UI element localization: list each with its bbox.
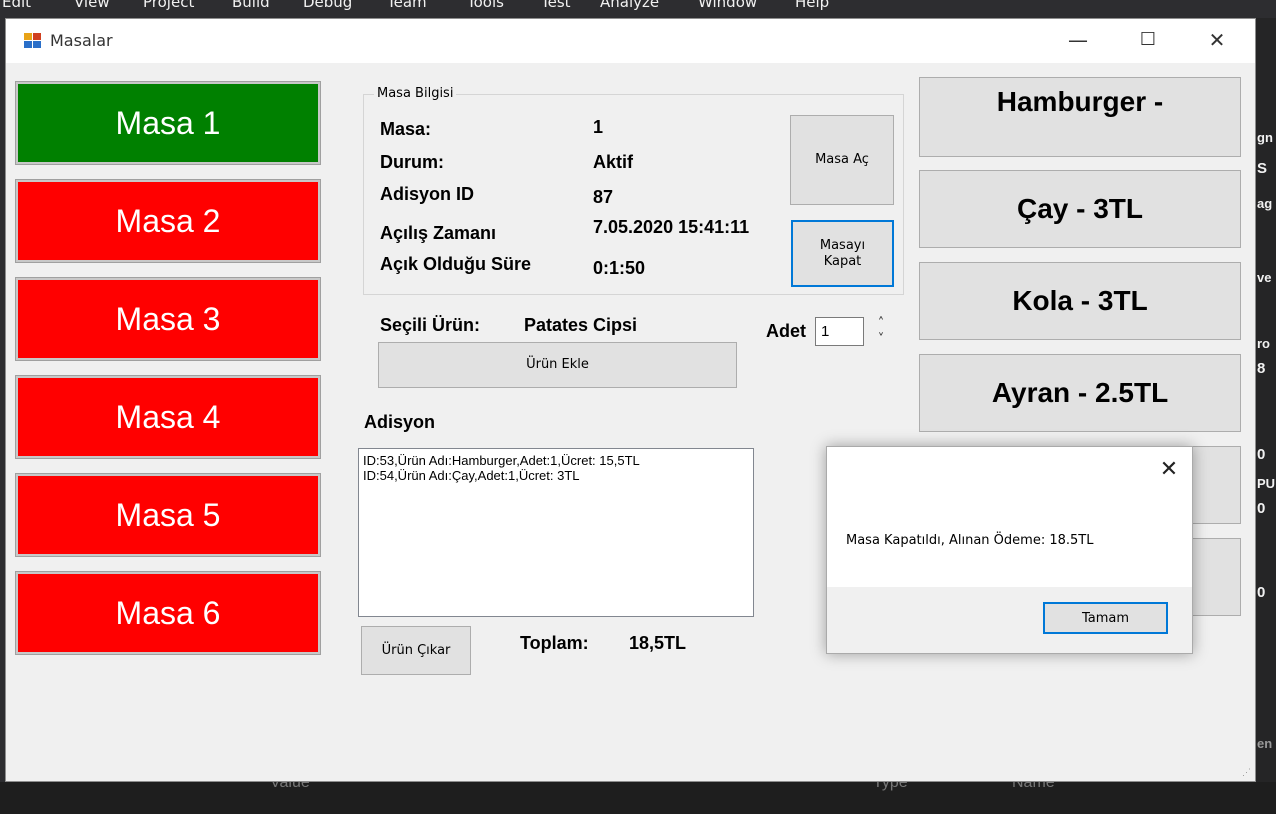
table-button-1[interactable]: Masa 1 — [15, 81, 321, 165]
menu-item-button[interactable]: Ayran - 2.5TL — [919, 354, 1241, 432]
ide-side-text: gn — [1257, 130, 1273, 145]
ide-bottom-panel: Value Type Name — [0, 782, 1276, 814]
spin-up-icon[interactable]: ˄ — [872, 316, 890, 332]
durum-label: Durum: — [380, 152, 444, 172]
table-button-3[interactable]: Masa 3 — [15, 277, 321, 361]
ide-menu-view[interactable]: View — [74, 0, 110, 11]
minimize-button[interactable]: — — [1055, 19, 1101, 63]
adet-input[interactable]: 1 — [815, 317, 864, 346]
window-title: Masalar — [50, 31, 113, 50]
acik-sure-value: 0:1:50 — [593, 258, 646, 278]
masayi-kapat-button[interactable]: Masayı Kapat — [791, 220, 894, 287]
table-button-5[interactable]: Masa 5 — [15, 473, 321, 557]
ide-side-text: S — [1257, 160, 1268, 177]
adisyon-label: Adisyon — [364, 412, 436, 432]
message-dialog-body — [827, 447, 1192, 587]
list-item[interactable]: ID:53,Ürün Adı:Hamburger,Adet:1,Ücret: 1… — [363, 453, 753, 468]
close-button[interactable]: ✕ — [1194, 19, 1240, 63]
toplam-value: 18,5TL — [629, 633, 687, 653]
ide-menu-edit[interactable]: Edit — [2, 0, 31, 11]
secili-urun-label: Seçili Ürün: — [380, 315, 481, 335]
menu-item-button[interactable]: Hamburger - — [919, 77, 1241, 157]
ide-menu-tools[interactable]: Tools — [467, 0, 504, 11]
menu-item-button[interactable]: Kola - 3TL — [919, 262, 1241, 340]
ide-side-text: 0 — [1257, 500, 1266, 517]
ide-side-text: 8 — [1257, 360, 1266, 377]
acilis-zamani-label: Açılış Zamanı — [380, 223, 497, 243]
ide-menu-test[interactable]: Test — [541, 0, 571, 11]
message-dialog: ✕ Masa Kapatıldı, Alınan Ödeme: 18.5TL T… — [826, 446, 1193, 654]
menu-item-button[interactable]: Çay - 3TL — [919, 170, 1241, 248]
adisyon-list[interactable]: ID:53,Ürün Adı:Hamburger,Adet:1,Ücret: 1… — [358, 448, 754, 617]
app-icon — [24, 33, 42, 49]
urun-cikar-button[interactable]: Ürün Çıkar — [361, 626, 471, 675]
spin-down-icon[interactable]: ˅ — [872, 332, 890, 348]
ide-side-text: 0 — [1257, 584, 1266, 601]
ok-button[interactable]: Tamam — [1043, 602, 1168, 634]
ide-side-text: 0 — [1257, 446, 1266, 463]
ide-column-header: Name — [1012, 782, 1055, 791]
ide-side-panel: gn S ag ve ro 8 0 PU 0 0 en — [1256, 18, 1276, 814]
table-button-4[interactable]: Masa 4 — [15, 375, 321, 459]
adisyon-id-value: 87 — [593, 187, 614, 207]
table-info-group-title: Masa Bilgisi — [374, 86, 457, 101]
ide-side-text: PU — [1257, 476, 1276, 491]
urun-ekle-button[interactable]: Ürün Ekle — [378, 342, 737, 388]
ide-menu-help[interactable]: Help — [795, 0, 829, 11]
adisyon-id-label: Adisyon ID — [380, 184, 475, 204]
ide-menu-build[interactable]: Build — [232, 0, 270, 11]
masa-value: 1 — [593, 117, 604, 137]
masa-label: Masa: — [380, 119, 432, 139]
list-item[interactable]: ID:54,Ürün Adı:Çay,Adet:1,Ücret: 3TL — [363, 468, 753, 483]
adet-label: Adet — [766, 321, 806, 341]
dialog-message: Masa Kapatıldı, Alınan Ödeme: 18.5TL — [846, 533, 1094, 548]
acik-sure-label: Açık Olduğu Süre — [380, 254, 532, 274]
title-bar[interactable]: Masalar — ☐ ✕ — [6, 19, 1255, 63]
secili-urun-value: Patates Cipsi — [524, 315, 638, 335]
ide-column-header: Type — [873, 782, 908, 791]
ide-side-text: ve — [1257, 270, 1272, 285]
ide-menu-window[interactable]: Window — [698, 0, 757, 11]
ide-side-text: ag — [1257, 196, 1273, 211]
resize-grip-icon[interactable]: ⋰ — [1242, 767, 1254, 779]
toplam-label: Toplam: — [520, 633, 589, 653]
ide-menu-analyze[interactable]: Analyze — [600, 0, 659, 11]
ide-side-text: en — [1257, 736, 1273, 751]
ide-menu-debug[interactable]: Debug — [303, 0, 352, 11]
ide-column-header: Value — [270, 782, 310, 791]
ide-menubar: Edit View Project Build Debug Team Tools… — [0, 0, 1276, 18]
acilis-zamani-value: 7.05.2020 15:41:11 — [593, 217, 750, 237]
ide-side-text: ro — [1257, 336, 1270, 351]
masa-ac-button[interactable]: Masa Aç — [790, 115, 894, 205]
masalar-window: Masalar — ☐ ✕ Masa 1 Masa 2 Masa 3 Masa … — [5, 18, 1256, 782]
ide-menu-team[interactable]: Team — [387, 0, 427, 11]
table-button-6[interactable]: Masa 6 — [15, 571, 321, 655]
ide-menu-project[interactable]: Project — [143, 0, 194, 11]
durum-value: Aktif — [593, 152, 633, 172]
table-button-2[interactable]: Masa 2 — [15, 179, 321, 263]
maximize-button[interactable]: ☐ — [1125, 19, 1171, 63]
dialog-close-icon[interactable]: ✕ — [1149, 453, 1189, 487]
